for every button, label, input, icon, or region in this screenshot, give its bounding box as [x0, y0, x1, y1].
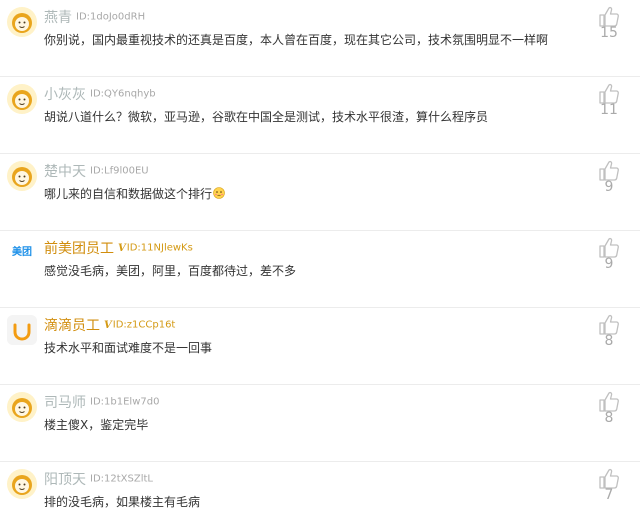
- username[interactable]: 小灰灰: [44, 87, 86, 103]
- user-id: ID:11NJlewKs: [126, 242, 193, 254]
- comment-item: 小灰灰 ID:QY6nqhyb 胡说八道什么？微软，亚马逊，谷歌在中国全是测试，技…: [0, 77, 640, 154]
- comment-text: 你别说，国内最重视技术的还真是百度，本人曾在百度，现在其它公司，技术氛围明显不一…: [44, 33, 549, 47]
- username[interactable]: 燕青: [44, 10, 72, 26]
- lion-avatar-icon[interactable]: [7, 84, 37, 114]
- comment-author-line: 前美团员工 VID:11NJlewKs: [44, 239, 193, 257]
- username[interactable]: 前美团员工: [44, 241, 114, 257]
- user-id: ID:1b1Elw7d0: [90, 396, 160, 408]
- comment-text: 楼主傻X，鉴定完毕: [44, 418, 149, 432]
- comment-item: 司马师 ID:1b1Elw7d0 楼主傻X，鉴定完毕 8: [0, 385, 640, 462]
- like-button[interactable]: 11: [595, 83, 623, 125]
- comment-item: 滴滴员工 VID:z1CCp16t 技术水平和面试难度不是一回事 8: [0, 308, 640, 385]
- comment-author-line: 滴滴员工 VID:z1CCp16t: [44, 316, 175, 334]
- didi-logo-icon[interactable]: [7, 315, 37, 345]
- thumbs-up-icon: [599, 83, 619, 104]
- like-button[interactable]: 8: [595, 314, 623, 356]
- comment-author-line: 燕青 ID:1doJo0dRH: [44, 8, 145, 26]
- thumbs-up-icon: [599, 237, 619, 258]
- like-count: 9: [604, 179, 614, 195]
- comment-list: 燕青 ID:1doJo0dRH 你别说，国内最重视技术的还真是百度，本人曾在百度，…: [0, 0, 640, 511]
- like-button[interactable]: 7: [595, 468, 623, 510]
- verified-v-icon: V: [104, 319, 112, 331]
- thumbs-up-icon: [599, 6, 619, 27]
- user-id: ID:z1CCp16t: [112, 319, 176, 331]
- like-count: 8: [604, 410, 614, 426]
- lion-avatar-icon[interactable]: [7, 392, 37, 422]
- comment-author-line: 阳顶天 ID:12tXSZltL: [44, 470, 153, 488]
- comment-text: 胡说八道什么？微软，亚马逊，谷歌在中国全是测试，技术水平很渣，算什么程序员: [44, 110, 489, 124]
- like-button[interactable]: 15: [595, 6, 623, 48]
- like-count: 9: [604, 256, 614, 272]
- verified-v-icon: V: [118, 242, 126, 254]
- lion-avatar-icon[interactable]: [7, 161, 37, 191]
- thumbs-up-icon: [599, 391, 619, 412]
- like-button[interactable]: 9: [595, 237, 623, 279]
- user-id: ID:12tXSZltL: [90, 473, 153, 485]
- thumbs-up-icon: [599, 160, 619, 181]
- meituan-logo-text: 美团: [12, 247, 32, 258]
- user-id: ID:QY6nqhyb: [90, 88, 156, 100]
- comment-text: 技术水平和面试难度不是一回事: [44, 341, 213, 355]
- like-count: 8: [604, 333, 614, 349]
- thumbs-up-icon: [599, 314, 619, 335]
- comment-item: 燕青 ID:1doJo0dRH 你别说，国内最重视技术的还真是百度，本人曾在百度，…: [0, 0, 640, 77]
- username[interactable]: 司马师: [44, 395, 86, 411]
- comment-author-line: 小灰灰 ID:QY6nqhyb: [44, 85, 156, 103]
- user-id: ID:Lf9l00EU: [90, 165, 149, 177]
- comment-item: 美团 前美团员工 VID:11NJlewKs 感觉没毛病，美团，阿里，百度都待过，…: [0, 231, 640, 308]
- username[interactable]: 阳顶天: [44, 472, 86, 488]
- thumbs-up-icon: [599, 468, 619, 489]
- like-button[interactable]: 8: [595, 391, 623, 433]
- comment-text: 感觉没毛病，美团，阿里，百度都待过，差不多: [44, 264, 297, 278]
- comment-author-line: 楚中天 ID:Lf9l00EU: [44, 162, 149, 180]
- comment-item: 楚中天 ID:Lf9l00EU 哪儿来的自信和数据做这个排行 9: [0, 154, 640, 231]
- user-id: ID:1doJo0dRH: [76, 11, 146, 23]
- like-button[interactable]: 9: [595, 160, 623, 202]
- comment-author-line: 司马师 ID:1b1Elw7d0: [44, 393, 159, 411]
- like-count: 11: [600, 102, 618, 118]
- like-count: 15: [600, 25, 618, 41]
- like-count: 7: [604, 487, 614, 503]
- lion-avatar-icon[interactable]: [7, 7, 37, 37]
- meituan-logo-icon[interactable]: 美团: [7, 238, 37, 268]
- comment-item: 阳顶天 ID:12tXSZltL 排的没毛病，如果楼主有毛病 7: [0, 462, 640, 511]
- comment-text: 哪儿来的自信和数据做这个排行: [44, 185, 574, 203]
- comment-text: 排的没毛病，如果楼主有毛病: [44, 495, 201, 509]
- lion-avatar-icon[interactable]: [7, 469, 37, 499]
- embarrassed-emoji-icon: [213, 187, 225, 199]
- username[interactable]: 滴滴员工: [44, 318, 100, 334]
- comment-text-body: 哪儿来的自信和数据做这个排行: [44, 187, 213, 201]
- username[interactable]: 楚中天: [44, 164, 86, 180]
